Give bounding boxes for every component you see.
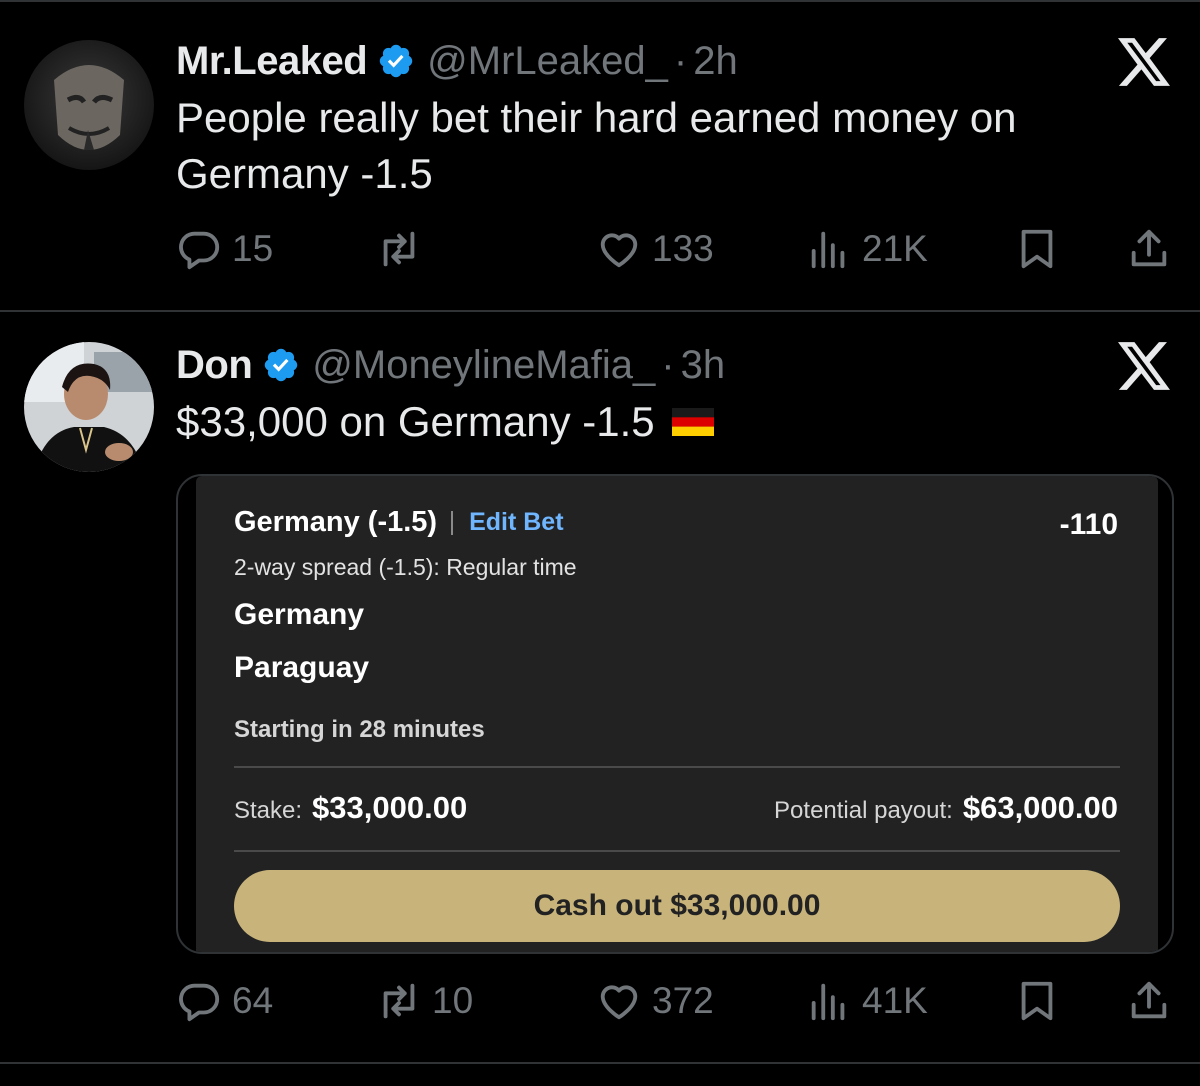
bet-slip-image[interactable]: Germany (-1.5) Edit Bet -110 2-way sprea… <box>176 474 1174 954</box>
bet-odds: -110 <box>1059 508 1118 541</box>
reply-button[interactable]: 15 <box>176 224 273 274</box>
bookmark-icon <box>1021 229 1053 269</box>
tweet-text: People really bet their hard earned mone… <box>176 94 1017 197</box>
like-icon <box>600 985 638 1020</box>
stake-label: Stake: <box>234 797 303 824</box>
like-icon <box>600 233 638 268</box>
x-logo-icon <box>1118 38 1170 86</box>
verified-badge-icon <box>265 348 298 382</box>
mask-avatar-image <box>24 40 154 170</box>
action-bar: 64 10 372 41K <box>176 976 1176 1026</box>
like-button[interactable]: 372 <box>596 976 714 1026</box>
edit-bet-link[interactable]: Edit Bet <box>469 508 563 537</box>
bet-divider <box>234 766 1120 768</box>
cash-out-button[interactable]: Cash out $33,000.00 <box>234 870 1120 942</box>
retweet-button[interactable] <box>376 224 432 274</box>
reply-count: 64 <box>232 980 274 1021</box>
retweet-icon <box>383 231 415 267</box>
match-status: Starting in 28 minutes <box>234 716 485 743</box>
bookmark-icon <box>1021 981 1053 1021</box>
share-button[interactable] <box>1126 976 1182 1026</box>
payout-value: $63,000.00 <box>962 790 1118 825</box>
reply-icon <box>179 231 220 270</box>
share-button[interactable] <box>1126 224 1182 274</box>
display-name[interactable]: Don <box>176 343 253 388</box>
separator-dot: · <box>661 342 675 387</box>
views-icon <box>811 231 845 269</box>
retweet-icon <box>383 983 415 1019</box>
reply-icon <box>179 983 220 1022</box>
retweet-count: 10 <box>432 980 474 1021</box>
avatar[interactable] <box>24 40 154 170</box>
title-separator <box>451 510 454 535</box>
bottom-divider <box>0 1062 1200 1064</box>
bet-divider <box>234 850 1120 852</box>
bookmark-button[interactable] <box>1014 224 1070 274</box>
timestamp[interactable]: 2h <box>693 39 738 84</box>
separator-dot: · <box>673 38 688 83</box>
payout-label: Potential payout: <box>774 797 953 824</box>
timestamp[interactable]: 3h <box>681 343 726 388</box>
stake-value: $33,000.00 <box>312 790 468 825</box>
like-count: 133 <box>652 228 714 269</box>
germany-flag-icon <box>672 408 715 436</box>
avatar[interactable] <box>24 342 154 472</box>
bet-selection: Germany (-1.5) <box>234 506 438 538</box>
bet-title-row: Germany (-1.5) Edit Bet <box>234 506 564 539</box>
retweet-button[interactable]: 10 <box>376 976 473 1026</box>
views-count: 21K <box>862 228 928 269</box>
bookmark-button[interactable] <box>1014 976 1070 1026</box>
share-icon <box>1131 229 1167 267</box>
tweet-text-row: $33,000 on Germany -1.5 <box>176 394 1156 450</box>
handle[interactable]: @MrLeaked_ <box>427 39 668 84</box>
stake-row: Stake: $33,000.00 <box>234 790 467 826</box>
bet-market: 2-way spread (-1.5): Regular time <box>234 554 577 580</box>
like-button[interactable]: 133 <box>596 224 714 274</box>
payout-row: Potential payout: $63,000.00 <box>774 790 1118 826</box>
tweet-header: Mr.Leaked @MrLeaked_ · 2h <box>176 36 738 86</box>
reply-count: 15 <box>232 228 274 269</box>
views-count: 41K <box>862 980 928 1021</box>
verified-badge-icon <box>379 44 413 78</box>
tweet-1[interactable]: Mr.Leaked @MrLeaked_ · 2h People really … <box>0 0 1200 310</box>
tweet-text: $33,000 on Germany -1.5 <box>176 398 667 445</box>
x-logo-icon <box>1118 342 1170 390</box>
team-away: Paraguay <box>234 651 370 684</box>
action-bar: 15 133 21K <box>176 224 1176 274</box>
bet-slip: Germany (-1.5) Edit Bet -110 2-way sprea… <box>196 476 1158 952</box>
views-button[interactable]: 21K <box>806 224 928 274</box>
handle[interactable]: @MoneylineMafia_ <box>312 343 655 388</box>
views-icon <box>811 983 845 1021</box>
person-avatar-image <box>24 342 154 472</box>
display-name[interactable]: Mr.Leaked <box>176 39 368 84</box>
team-home: Germany <box>234 598 365 631</box>
like-count: 372 <box>652 980 714 1021</box>
share-icon <box>1131 981 1167 1019</box>
reply-button[interactable]: 64 <box>176 976 273 1026</box>
views-button[interactable]: 41K <box>806 976 928 1026</box>
tweet-header: Don @MoneylineMafia_ · 3h <box>176 340 725 390</box>
